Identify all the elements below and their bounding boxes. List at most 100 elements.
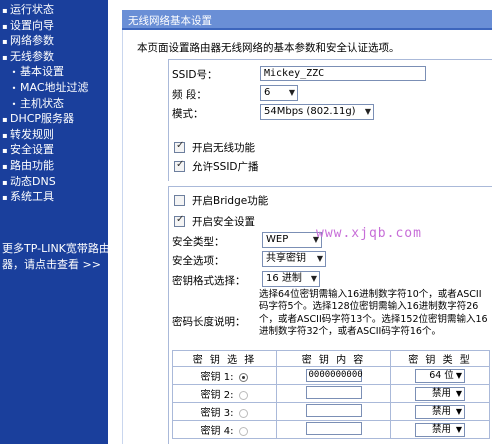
key-label: 密钥 3: (200, 408, 234, 419)
key-type-select[interactable]: 64 位 ▼ (415, 368, 465, 383)
panel-header: 无线网络基本设置 (122, 10, 492, 30)
sidebar-item-label: 设置向导 (10, 18, 54, 32)
broadcast-ssid-checkbox[interactable] (174, 159, 185, 172)
sidebar-item-label: MAC地址过滤 (20, 80, 89, 94)
wep-keys-table: 密 钥 选 择 密 钥 内 容 密 钥 类 型 密钥 1: 0000000000 6… (172, 350, 490, 439)
enable-wireless-row[interactable]: 开启无线功能 (174, 140, 255, 155)
broadcast-ssid-row[interactable]: 允许SSID广播 (174, 159, 259, 174)
security-option-select[interactable]: 共享密钥 ▼ (262, 251, 326, 267)
key-type-cell: 禁用 ▼ (390, 420, 490, 439)
sidebar-item[interactable]: ▪ 网络参数 (0, 33, 108, 49)
security-type-row: 安全类型： (172, 234, 225, 249)
key-format-select[interactable]: 16 进制 ▼ (262, 271, 320, 287)
key-format-row: 密钥格式选择： (172, 273, 246, 288)
sidebar-menu: ▪ 运行状态 ▪ 设置向导 ▪ 网络参数 ▪ 无线参数 • 基本设置 • MAC地址过滤 • 主机状态 ▪ D… (0, 2, 108, 205)
sidebar-item[interactable]: • MAC地址过滤 (0, 80, 108, 96)
bullet-icon: ▪ (2, 130, 8, 140)
page-title: 无线网络基本设置 (128, 15, 212, 27)
table-row: 密钥 4: 禁用 ▼ (172, 420, 490, 439)
security-option-row: 安全选项： (172, 253, 225, 268)
sidebar-item[interactable]: ▪ 无线参数 (0, 49, 108, 65)
sidebar-item-label: 转发规则 (10, 127, 54, 141)
key-radio[interactable] (239, 372, 249, 382)
chevron-down-icon: ▼ (310, 274, 317, 283)
sidebar-item-label: 系统工具 (10, 190, 54, 204)
column-header: 密 钥 选 择 (172, 350, 277, 367)
key-radio[interactable] (239, 408, 249, 418)
bridge-checkbox[interactable] (174, 195, 185, 206)
wep-keys-body: 密钥 1: 0000000000 64 位 ▼ 密钥 2: 禁用 ▼ 密钥 3: 禁用 ▼ 密钥 4… (172, 366, 490, 439)
column-header: 密 钥 内 容 (276, 350, 391, 367)
key-label: 密钥 2: (200, 390, 234, 401)
key-input[interactable]: 0000000000 (305, 369, 363, 382)
sidebar-item[interactable]: ▪ DHCP服务器 (0, 111, 108, 127)
bullet-icon: ▪ (2, 115, 8, 125)
sidebar-item-label: 安全设置 (10, 143, 54, 157)
chevron-down-icon: ▼ (455, 424, 462, 434)
key-type-select[interactable]: 禁用 ▼ (415, 422, 465, 437)
chevron-down-icon: ▼ (288, 88, 295, 97)
chevron-down-icon: ▼ (316, 254, 323, 263)
key-type-cell: 禁用 ▼ (390, 384, 490, 403)
key-radio[interactable] (239, 426, 249, 436)
security-type-select[interactable]: WEP ▼ (262, 232, 322, 248)
promo-line-2[interactable]: 器，请点击查看 >> (2, 257, 108, 273)
sidebar-item-label: 运行状态 (10, 3, 54, 16)
sidebar-item[interactable]: ▪ 设置向导 (0, 18, 108, 34)
key-type-select[interactable]: 禁用 ▼ (415, 386, 465, 401)
sidebar-item-label: 路由功能 (10, 158, 54, 172)
security-option-value: 共享密钥 (266, 253, 306, 264)
bullet-icon: ▪ (2, 21, 8, 31)
key-type-cell: 禁用 ▼ (390, 402, 490, 421)
table-row: 密钥 1: 0000000000 64 位 ▼ (172, 366, 490, 385)
enable-security-label: 开启安全设置 (192, 216, 255, 228)
key-length-label: 密码长度说明： (172, 316, 246, 328)
channel-select[interactable]: 6 ▼ (260, 85, 298, 101)
security-option-label: 安全选项： (172, 255, 225, 267)
key-type-select[interactable]: 禁用 ▼ (415, 404, 465, 419)
broadcast-ssid-label: 允许SSID广播 (192, 161, 259, 173)
key-content-cell (276, 420, 391, 439)
mode-label: 模式： (172, 108, 204, 120)
sidebar-item[interactable]: ▪ 路由功能 (0, 158, 108, 174)
enable-security-checkbox[interactable] (174, 214, 185, 227)
enable-wireless-label: 开启无线功能 (192, 142, 255, 154)
sidebar-item[interactable]: ▪ 运行状态 (0, 2, 108, 18)
sidebar-item[interactable]: ▪ 转发规则 (0, 127, 108, 143)
bridge-label: 开启Bridge功能 (192, 195, 269, 207)
key-length-description: 选择64位密钥需输入16进制数字符10个，或者ASCII码字符5个。选择128位… (259, 289, 488, 337)
channel-row: 频 段： (172, 87, 207, 102)
bullet-icon: ▪ (2, 177, 8, 187)
sidebar-item[interactable]: ▪ 系统工具 (0, 189, 108, 205)
sidebar-item-label: 动态DNS (10, 174, 56, 188)
ssid-input[interactable]: Mickey_ZZC (260, 66, 426, 81)
key-input[interactable] (305, 385, 362, 399)
watermark: www.xjqb.com (316, 226, 422, 241)
sidebar-item-label: 无线参数 (10, 49, 54, 63)
key-format-value: 16 进制 (266, 273, 302, 284)
promo-link[interactable]: 更多TP-LINK宽带路由 器，请点击查看 >> (0, 241, 110, 273)
sidebar-item[interactable]: • 基本设置 (0, 64, 108, 80)
table-row: 密钥 3: 禁用 ▼ (172, 402, 490, 421)
key-input[interactable] (305, 421, 362, 435)
key-label: 密钥 1: (200, 372, 234, 383)
mode-select[interactable]: 54Mbps (802.11g) ▼ (260, 104, 374, 120)
sidebar-item[interactable]: ▪ 动态DNS (0, 174, 108, 190)
chevron-down-icon: ▼ (455, 370, 462, 380)
bridge-row[interactable]: 开启Bridge功能 (174, 193, 268, 208)
promo-line-1[interactable]: 更多TP-LINK宽带路由 (2, 241, 110, 257)
key-input[interactable] (305, 403, 362, 417)
table-header-row: 密 钥 选 择 密 钥 内 容 密 钥 类 型 (172, 350, 490, 367)
bullet-icon: • (11, 83, 17, 93)
enable-wireless-checkbox[interactable] (174, 140, 185, 153)
sidebar-item-label: 基本设置 (20, 65, 64, 79)
key-type-value: 禁用 (431, 423, 451, 435)
key-select-cell: 密钥 2: (172, 384, 277, 403)
sidebar-item[interactable]: • 主机状态 (0, 96, 108, 112)
key-type-value: 禁用 (431, 387, 451, 399)
enable-security-row[interactable]: 开启安全设置 (174, 214, 255, 229)
sidebar-item[interactable]: ▪ 安全设置 (0, 142, 108, 158)
bullet-icon: ▪ (2, 193, 8, 203)
security-type-label: 安全类型： (172, 236, 225, 248)
key-radio[interactable] (239, 390, 249, 400)
